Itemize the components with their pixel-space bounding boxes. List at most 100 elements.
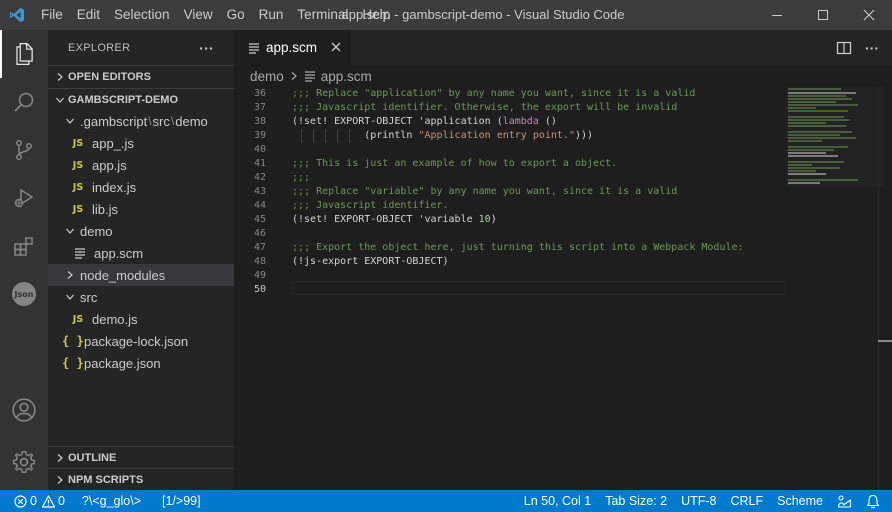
folder-segment: demo (175, 113, 208, 129)
vertical-scrollbar[interactable] (878, 87, 892, 490)
json-extension-button[interactable]: Json (0, 270, 48, 318)
menu-view[interactable]: View (177, 0, 220, 30)
code-token: ;;; Replace "variable" by any name you w… (292, 186, 678, 197)
menu-go[interactable]: Go (220, 0, 252, 30)
tree-folder-src[interactable]: src (48, 286, 234, 308)
open-editors-section[interactable]: OPEN EDITORS (48, 65, 234, 87)
json-icon: Json (12, 282, 36, 306)
explorer-button[interactable] (0, 30, 48, 78)
notifications-button[interactable] (859, 490, 892, 512)
tree-file-demo-js[interactable]: JS demo.js (48, 308, 234, 330)
breadcrumb: demo app.scm (234, 65, 892, 87)
code-line[interactable]: 48 (!js-export EXPORT-OBJECT) (234, 255, 892, 269)
run-debug-button[interactable] (0, 174, 48, 222)
scheme-file-icon (304, 70, 316, 82)
close-window-button[interactable] (846, 0, 892, 30)
menu-terminal[interactable]: Terminal (290, 0, 355, 30)
project-section[interactable]: GAMBSCRIPT-DEMO (48, 88, 234, 110)
npm-scripts-section[interactable]: NPM SCRIPTS (48, 468, 234, 491)
warning-icon (41, 494, 55, 508)
tree-file-package-lock-json[interactable]: { } package-lock.json (48, 330, 234, 352)
language-mode[interactable]: Scheme (770, 490, 830, 512)
tab-size[interactable]: Tab Size: 2 (598, 490, 674, 512)
line-number: 47 (253, 242, 266, 253)
code-text: (!js-export EXPORT-OBJECT) (292, 255, 449, 269)
tree-file-index-js[interactable]: JS index.js (48, 176, 234, 198)
settings-gear-icon (12, 450, 36, 474)
file-label: index.js (92, 179, 137, 195)
file-label: lib.js (92, 201, 119, 217)
code-editor[interactable]: 36 ;;; Replace "application" by any name … (234, 87, 892, 490)
code-token: ))) (574, 130, 594, 141)
javascript-file-icon: JS (72, 313, 84, 325)
tree-file-lib-js[interactable]: JS lib.js (48, 198, 234, 220)
feedback-button[interactable] (830, 490, 859, 512)
file-encoding[interactable]: UTF-8 (674, 490, 723, 512)
code-line[interactable]: 47 ;;; Export the object here, just turni… (234, 241, 892, 255)
menu-run[interactable]: Run (252, 0, 291, 30)
code-line[interactable]: 43 ;;; Replace "variable" by any name you… (234, 185, 892, 199)
line-number: 46 (253, 228, 266, 239)
account-icon (12, 398, 36, 422)
menu-file[interactable]: File (34, 0, 70, 30)
status-bar: 0 0 ?\<g_glo\> [1/>99] Ln 50, Col 1 Tab … (0, 490, 892, 512)
more-actions-icon[interactable]: ··· (199, 40, 214, 56)
indent-guide (325, 129, 326, 143)
tree-file-app-js[interactable]: JS app.js (48, 154, 234, 176)
tree-folder-node-modules[interactable]: node_modules (48, 264, 234, 286)
outline-section[interactable]: OUTLINE (48, 446, 234, 469)
minimap[interactable] (786, 87, 884, 187)
tree-folder-demo[interactable]: demo (48, 220, 234, 242)
minimize-button[interactable] (754, 0, 800, 30)
end-of-line[interactable]: CRLF (723, 490, 770, 512)
code-line[interactable]: 45 (!set! EXPORT-OBJECT 'variable 10) (234, 213, 892, 227)
minimize-icon (772, 15, 782, 16)
folder-label: node_modules (80, 267, 166, 283)
code-token: (!set! EXPORT-OBJECT 'application ( (292, 116, 503, 127)
run-debug-icon (14, 188, 34, 208)
menu-edit[interactable]: Edit (70, 0, 107, 30)
title-bar: File Edit Selection View Go Run Terminal… (0, 0, 892, 30)
code-text: (!set! EXPORT-OBJECT 'variable 10) (292, 213, 497, 227)
extensions-button[interactable] (0, 222, 48, 270)
accounts-button[interactable] (0, 386, 48, 434)
source-control-button[interactable] (0, 126, 48, 174)
code-token: ;;; Javascript identifier. Otherwise, th… (292, 102, 678, 113)
split-editor-button[interactable] (830, 30, 858, 65)
code-token: (!set! EXPORT-OBJECT 'variable (292, 214, 479, 225)
code-line[interactable]: 46 (234, 227, 892, 241)
tree-file-app-scm[interactable]: app.scm (48, 242, 234, 264)
cursor-position[interactable]: Ln 50, Col 1 (517, 490, 598, 512)
file-label: app_.js (92, 135, 134, 151)
line-number: 45 (253, 214, 266, 225)
code-line[interactable]: 44 ;;; Javascript identifier. (234, 199, 892, 213)
code-text: ;;; Javascript identifier. Otherwise, th… (292, 101, 677, 115)
manage-button[interactable] (0, 438, 48, 486)
search-match-status[interactable]: [1/>99] (148, 490, 208, 512)
line-number: 40 (253, 144, 266, 155)
source-control-icon (15, 139, 33, 161)
breadcrumb-file[interactable]: app.scm (321, 69, 372, 84)
more-actions-button[interactable]: ··· (858, 30, 886, 65)
problems-indicator[interactable]: 0 0 (0, 490, 72, 512)
close-tab-icon[interactable] (329, 40, 343, 54)
menu-help[interactable]: Help (355, 0, 397, 30)
search-button[interactable] (0, 78, 48, 126)
vim-search-status[interactable]: ?\<g_glo\> (72, 490, 148, 512)
maximize-button[interactable] (800, 0, 846, 30)
tree-file-app_-js[interactable]: JS app_.js (48, 132, 234, 154)
current-line-highlight (291, 281, 787, 295)
indent-guide (349, 129, 350, 143)
menu-selection[interactable]: Selection (107, 0, 177, 30)
line-number: 43 (253, 186, 266, 197)
error-count: 0 (30, 494, 37, 508)
tree-file-package-json[interactable]: { } package.json (48, 352, 234, 374)
search-icon (14, 92, 34, 112)
code-token: ;;; Replace "application" by any name yo… (292, 88, 696, 99)
code-token: ;;; (292, 172, 311, 183)
breadcrumb-folder[interactable]: demo (250, 69, 284, 84)
tree-folder-gambscript-src-demo[interactable]: .gambscript \ src \ demo (48, 110, 234, 132)
code-text: ;;; Replace "application" by any name yo… (292, 87, 695, 101)
tab-app-scm[interactable]: app.scm (234, 30, 351, 65)
chevron-down-icon (62, 286, 78, 308)
